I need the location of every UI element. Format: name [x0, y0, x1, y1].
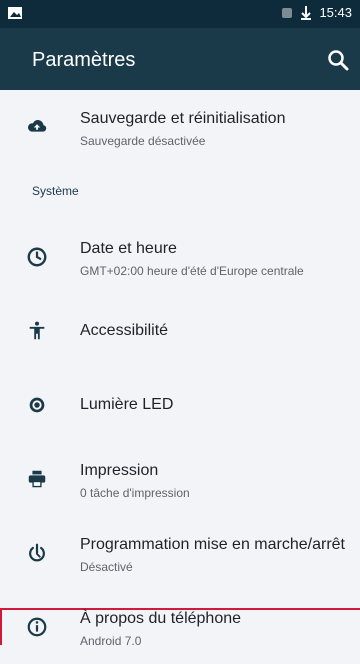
settings-list: Sauvegarde et réinitialisation Sauvegard…: [0, 90, 360, 648]
status-right: 15:43: [281, 6, 352, 20]
setting-led[interactable]: Lumière LED: [0, 368, 360, 442]
setting-about-phone[interactable]: À propos du téléphone Android 7.0: [0, 590, 360, 664]
download-icon: [301, 6, 312, 20]
setting-subtitle: Sauvegarde désactivée: [80, 134, 206, 148]
status-bar: 15:43: [0, 0, 360, 28]
setting-title: Date et heure: [80, 240, 177, 257]
setting-accessibility[interactable]: Accessibilité: [0, 294, 360, 368]
section-system-header: Système: [32, 184, 79, 198]
page-title: Paramètres: [32, 49, 136, 71]
setting-subtitle: Désactivé: [80, 560, 133, 574]
setting-title: À propos du téléphone: [80, 610, 242, 627]
image-icon: [8, 7, 22, 19]
sim-icon: [282, 8, 293, 18]
cloud-upload-icon: [28, 120, 47, 132]
setting-title: Impression: [80, 462, 159, 479]
accessibility-icon: [29, 321, 45, 340]
clock-icon: [27, 247, 47, 267]
setting-printing[interactable]: Impression 0 tâche d'impression: [0, 442, 360, 516]
search-icon[interactable]: [324, 46, 352, 74]
setting-title: Programmation mise en marche/arrêt: [80, 536, 345, 553]
setting-title: Lumière LED: [80, 396, 174, 413]
info-icon: [27, 617, 47, 637]
setting-title: Sauvegarde et réinitialisation: [80, 110, 286, 127]
setting-title: Accessibilité: [80, 322, 169, 339]
setting-power-schedule[interactable]: Programmation mise en marche/arrêt Désac…: [0, 516, 360, 590]
setting-backup-reset[interactable]: Sauvegarde et réinitialisation Sauvegard…: [0, 90, 360, 164]
power-schedule-icon: [29, 543, 45, 562]
setting-subtitle: 0 tâche d'impression: [80, 486, 190, 500]
setting-subtitle: Android 7.0: [80, 634, 142, 648]
status-time: 15:43: [319, 5, 352, 20]
printer-icon: [28, 470, 46, 488]
setting-date-time[interactable]: Date et heure GMT+02:00 heure d'été d'Eu…: [0, 220, 360, 294]
led-icon: [29, 397, 45, 413]
setting-subtitle: GMT+02:00 heure d'été d'Europe centrale: [80, 264, 304, 278]
app-bar: Paramètres: [0, 28, 360, 90]
